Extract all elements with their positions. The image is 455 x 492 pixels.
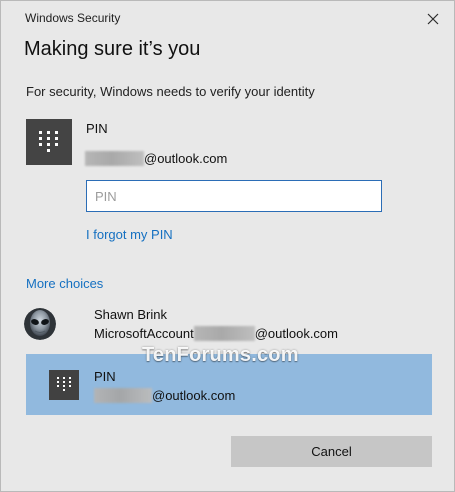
redacted-microsoft-account <box>193 326 255 341</box>
microsoft-account-suffix: @outlook.com <box>254 326 338 341</box>
pin-choice-title: PIN <box>94 369 116 384</box>
more-choices-link[interactable]: More choices <box>26 276 103 291</box>
keypad-icon <box>57 377 71 391</box>
pin-choice-tile <box>49 370 79 400</box>
pin-choice-account-line: @outlook.com <box>94 388 235 403</box>
identity-message: For security, Windows needs to verify yo… <box>26 84 315 99</box>
alien-avatar-icon <box>24 308 56 340</box>
cancel-button[interactable]: Cancel <box>231 436 432 467</box>
primary-account-line: @outlook.com <box>85 151 227 166</box>
microsoft-account-line: MicrosoftAccount @outlook.com <box>94 326 338 341</box>
window-title: Windows Security <box>25 11 121 25</box>
microsoft-account-prefix: MicrosoftAccount <box>94 326 194 341</box>
forgot-pin-link[interactable]: I forgot my PIN <box>86 227 173 242</box>
account-email-suffix: @outlook.com <box>144 151 228 166</box>
pin-keypad-tile <box>26 119 72 165</box>
close-button[interactable] <box>415 5 451 33</box>
account-name: Shawn Brink <box>94 307 167 322</box>
site-watermark: TenForums.com <box>142 344 299 366</box>
pin-method-title: PIN <box>86 121 108 136</box>
pin-input[interactable] <box>86 180 382 212</box>
redacted-account-name <box>85 151 144 166</box>
close-icon <box>427 13 439 25</box>
redacted-pin-account <box>94 388 152 403</box>
title-bar: Windows Security <box>1 1 454 35</box>
keypad-icon <box>39 131 58 152</box>
page-title: Making sure it’s you <box>24 38 201 60</box>
avatar <box>24 308 56 340</box>
pin-choice-email-suffix: @outlook.com <box>152 388 236 403</box>
windows-security-dialog: Windows Security Making sure it’s you Fo… <box>0 0 455 492</box>
